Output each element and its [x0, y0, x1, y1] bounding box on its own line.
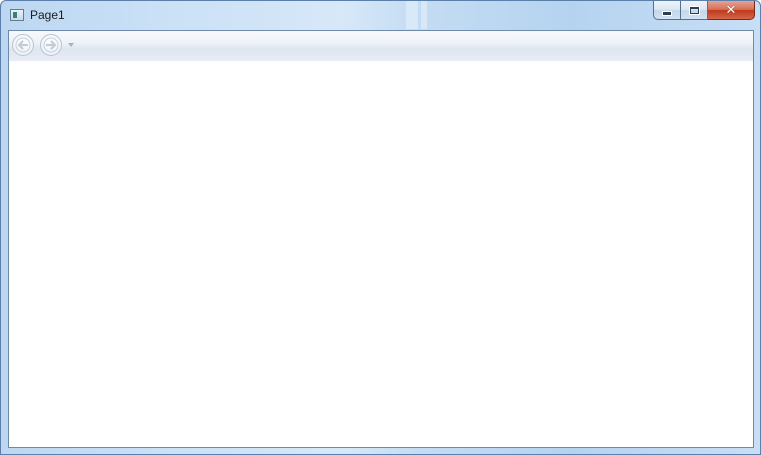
- arrow-right-icon: [43, 37, 59, 53]
- minimize-button[interactable]: [653, 1, 681, 20]
- arrow-left-icon: [15, 37, 31, 53]
- close-icon: ✕: [725, 2, 737, 18]
- chevron-down-icon: [68, 43, 74, 47]
- title-bar[interactable]: Page1 ✕: [1, 1, 760, 31]
- client-area: [8, 30, 754, 448]
- history-dropdown-button[interactable]: [67, 42, 75, 48]
- app-window-icon[interactable]: [10, 9, 24, 21]
- window-title: Page1: [30, 8, 65, 22]
- maximize-button[interactable]: [681, 1, 708, 20]
- application-window: Page1 ✕: [0, 0, 761, 455]
- close-button[interactable]: ✕: [708, 1, 755, 20]
- maximize-icon: [689, 6, 699, 14]
- minimize-icon: [663, 11, 671, 15]
- caption-buttons: ✕: [653, 1, 755, 20]
- page-content: [9, 61, 753, 447]
- back-button[interactable]: [12, 34, 34, 56]
- forward-button[interactable]: [40, 34, 62, 56]
- navigation-bar: [9, 31, 753, 61]
